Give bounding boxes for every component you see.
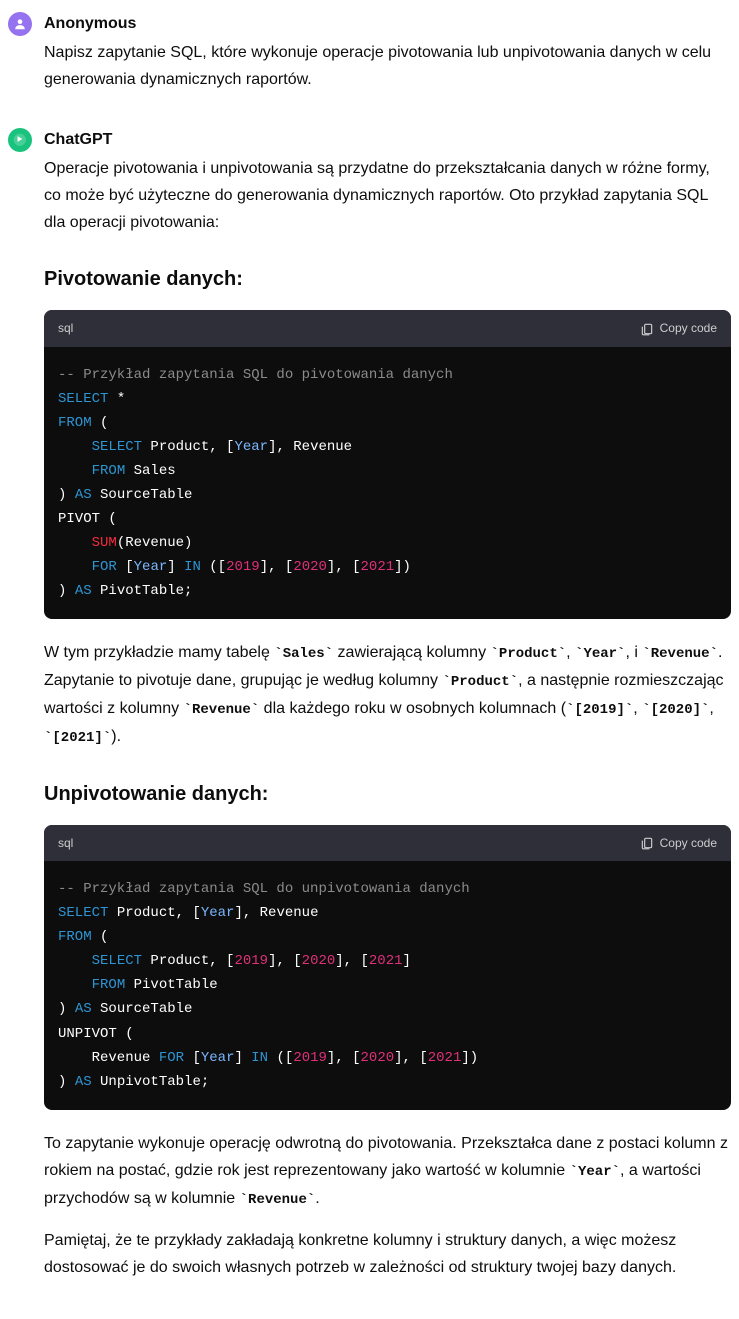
- bot-author: ChatGPT: [44, 126, 731, 153]
- bot-intro: Operacje pivotowania i unpivotowania są …: [44, 155, 731, 237]
- code-block-pivot: sql Copy code -- Przykład zapytania SQL …: [44, 310, 731, 619]
- user-text: Napisz zapytanie SQL, które wykonuje ope…: [44, 39, 731, 93]
- user-author: Anonymous: [44, 10, 731, 37]
- user-avatar-icon: [8, 12, 32, 36]
- bot-avatar-icon: [8, 128, 32, 152]
- code-body-pivot[interactable]: -- Przykład zapytania SQL do pivotowania…: [44, 347, 731, 620]
- heading-pivot: Pivotowanie danych:: [44, 262, 731, 296]
- code-lang-label: sql: [58, 833, 73, 853]
- bot-para-after-pivot: W tym przykładzie mamy tabelę Sales zawi…: [44, 639, 731, 750]
- code-block-unpivot: sql Copy code -- Przykład zapytania SQL …: [44, 825, 731, 1110]
- bot-para-after-unpivot: To zapytanie wykonuje operację odwrotną …: [44, 1130, 731, 1213]
- code-lang-label: sql: [58, 318, 73, 338]
- heading-unpivot: Unpivotowanie danych:: [44, 777, 731, 811]
- clipboard-icon: [640, 322, 654, 336]
- user-message: Anonymous Napisz zapytanie SQL, które wy…: [8, 10, 731, 108]
- copy-code-button[interactable]: Copy code: [640, 318, 717, 338]
- bot-para-note: Pamiętaj, że te przykłady zakładają konk…: [44, 1227, 731, 1281]
- bot-message: ChatGPT Operacje pivotowania i unpivotow…: [8, 126, 731, 1295]
- clipboard-icon: [640, 836, 654, 850]
- code-body-unpivot[interactable]: -- Przykład zapytania SQL do unpivotowan…: [44, 861, 731, 1110]
- copy-code-button[interactable]: Copy code: [640, 833, 717, 853]
